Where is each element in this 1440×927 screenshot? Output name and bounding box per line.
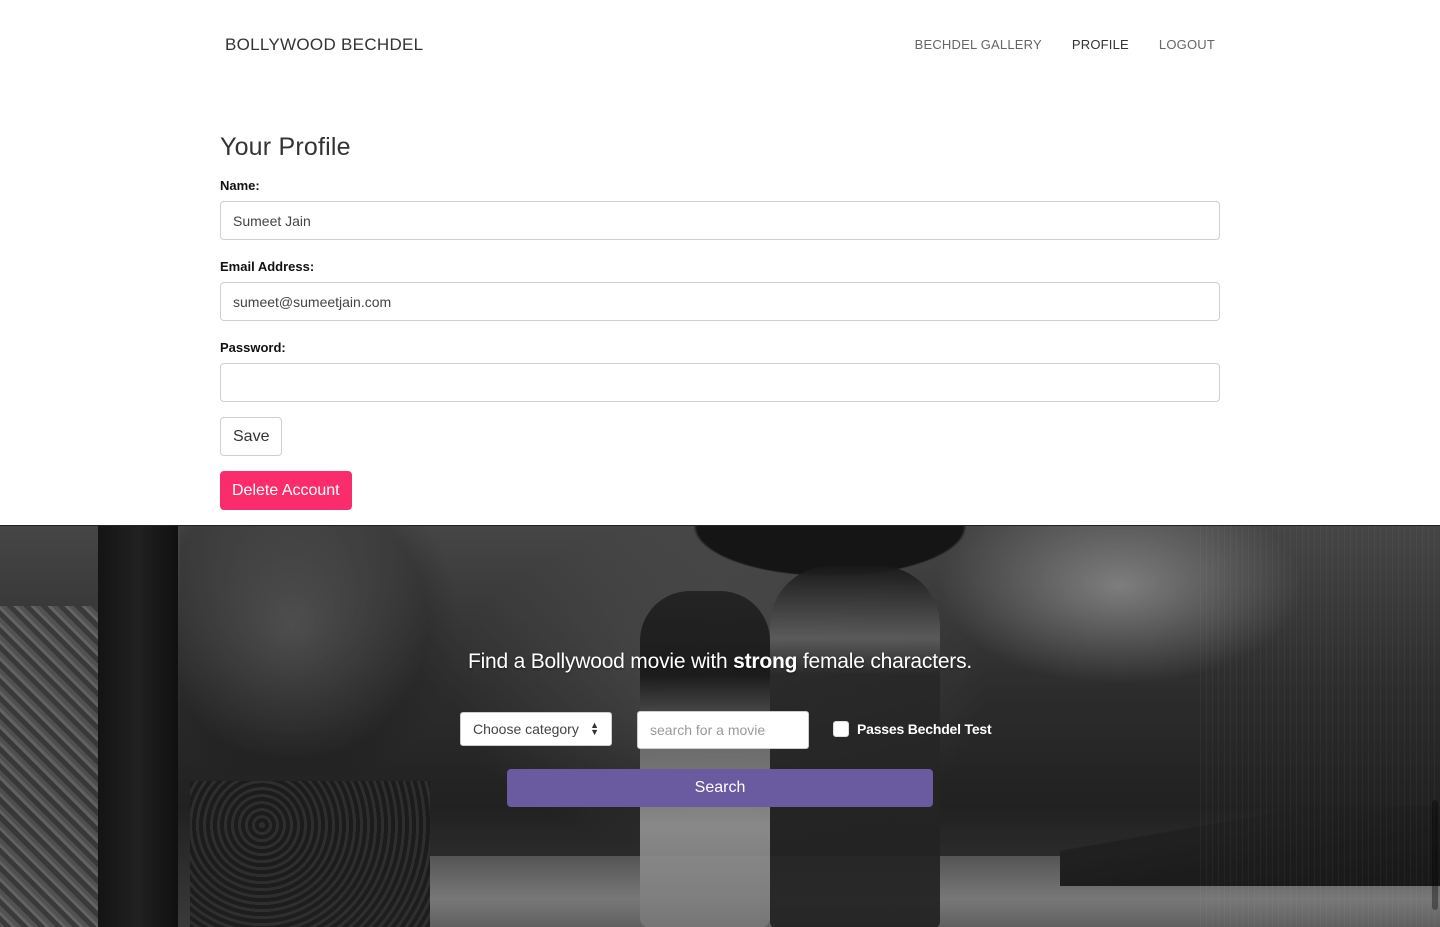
tagline-text-end: female characters. (797, 650, 973, 673)
search-hero: Find a Bollywood movie with strong femal… (0, 525, 1440, 927)
movie-search-input[interactable] (637, 711, 809, 749)
tagline-text-start: Find a Bollywood movie with (467, 650, 734, 673)
page-title: Your Profile (220, 133, 351, 161)
profile-form: Your Profile Name: Email Address: Passwo… (220, 133, 1220, 510)
bechdel-checkbox-label: Passes Bechdel Test (857, 721, 992, 737)
tagline-strong-word: strong (733, 650, 798, 673)
nav-link-logout[interactable]: LOGOUT (1159, 37, 1215, 52)
password-label: Password: (220, 340, 286, 355)
password-field[interactable] (220, 363, 1220, 402)
scrollbar-thumb[interactable] (1432, 800, 1438, 910)
nav-links: BECHDEL GALLERY PROFILE LOGOUT (915, 37, 1215, 52)
category-select-value: Choose category (473, 721, 579, 737)
search-button[interactable]: Search (507, 769, 933, 807)
navbar: BOLLYWOOD BECHDEL BECHDEL GALLERY PROFIL… (0, 0, 1440, 90)
name-field[interactable] (220, 201, 1220, 240)
brand-logo-link[interactable]: BOLLYWOOD BECHDEL (225, 35, 423, 55)
nav-link-profile[interactable]: PROFILE (1072, 37, 1129, 52)
email-field[interactable] (220, 282, 1220, 321)
nav-link-bechdel-gallery[interactable]: BECHDEL GALLERY (915, 37, 1042, 52)
name-label: Name: (220, 178, 260, 193)
hero-tagline: Find a Bollywood movie with strong femal… (0, 650, 1440, 674)
bechdel-checkbox[interactable] (833, 721, 849, 737)
up-down-caret-icon: ▲ ▼ (590, 720, 599, 737)
delete-account-button[interactable]: Delete Account (220, 471, 352, 510)
save-button[interactable]: Save (220, 417, 283, 456)
email-label: Email Address: (220, 259, 315, 274)
bechdel-filter[interactable]: Passes Bechdel Test (833, 721, 992, 737)
category-select[interactable]: Choose category ▲ ▼ (460, 712, 612, 746)
